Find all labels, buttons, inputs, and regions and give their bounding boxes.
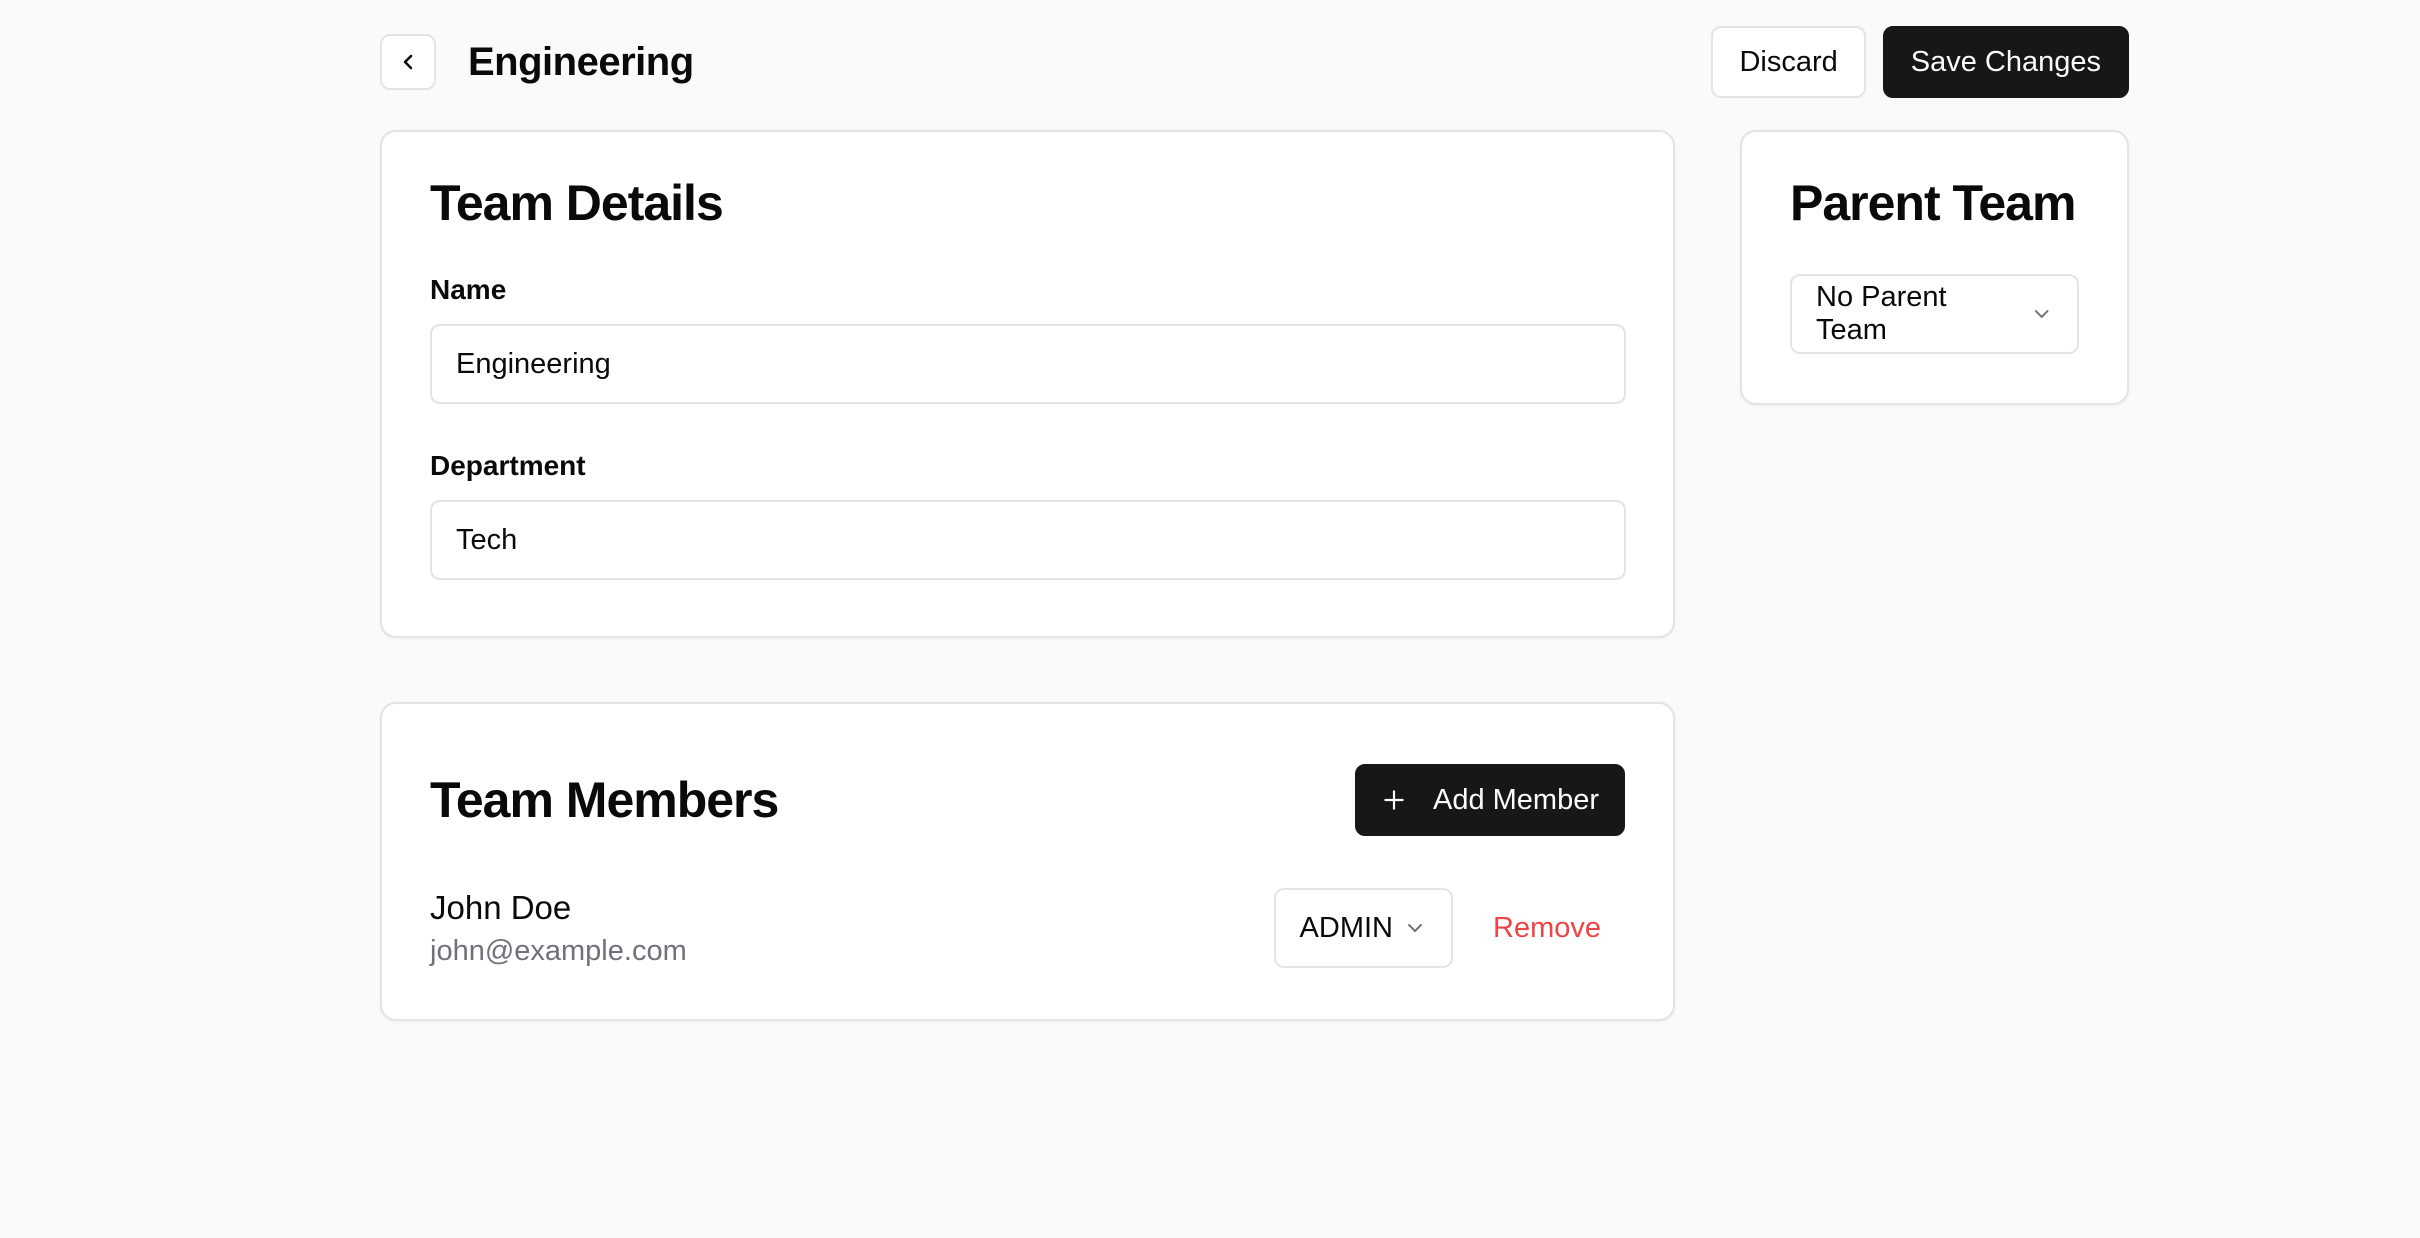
add-member-button[interactable]: Add Member: [1354, 764, 1625, 836]
plus-icon: [1384, 790, 1404, 810]
department-input[interactable]: [430, 500, 1626, 580]
remove-member-button[interactable]: Remove: [1493, 912, 1625, 945]
member-role-value: ADMIN: [1299, 911, 1393, 944]
parent-team-title: Parent Team: [1790, 175, 2076, 231]
team-members-card: Team Members Add Member John Doe john@ex…: [380, 702, 1675, 1021]
member-row: John Doe john@example.com ADMIN Remove: [430, 888, 1625, 968]
chevron-down-icon: [1408, 924, 1422, 932]
team-members-title: Team Members: [430, 772, 779, 828]
add-member-label: Add Member: [1432, 783, 1599, 816]
member-email: john@example.com: [430, 934, 687, 967]
save-changes-button[interactable]: Save Changes: [1882, 26, 2129, 98]
parent-team-selected-value: No Parent Team: [1816, 281, 1947, 346]
page-title: Engineering: [468, 39, 694, 84]
department-label: Department: [430, 450, 586, 481]
back-button[interactable]: [380, 34, 436, 90]
team-details-title: Team Details: [430, 175, 724, 231]
page-header: Engineering Discard Save Changes: [380, 26, 2129, 98]
name-label: Name: [430, 274, 507, 305]
header-actions: Discard Save Changes: [1711, 26, 2129, 98]
parent-team-select[interactable]: No Parent Team: [1790, 274, 2079, 354]
member-name: John Doe: [430, 888, 572, 926]
member-actions: ADMIN Remove: [1273, 888, 1625, 968]
team-details-card: Team Details Name Department: [380, 130, 1675, 638]
name-input[interactable]: [430, 324, 1626, 404]
team-members-header: Team Members Add Member: [430, 764, 1625, 836]
member-info: John Doe john@example.com: [430, 889, 687, 968]
member-role-select[interactable]: ADMIN: [1273, 888, 1453, 968]
chevron-down-icon: [2034, 310, 2049, 318]
chevron-left-icon: [403, 54, 413, 70]
discard-button[interactable]: Discard: [1711, 26, 1866, 98]
parent-team-card: Parent Team No Parent Team: [1740, 130, 2129, 405]
header-left: Engineering: [380, 34, 694, 90]
